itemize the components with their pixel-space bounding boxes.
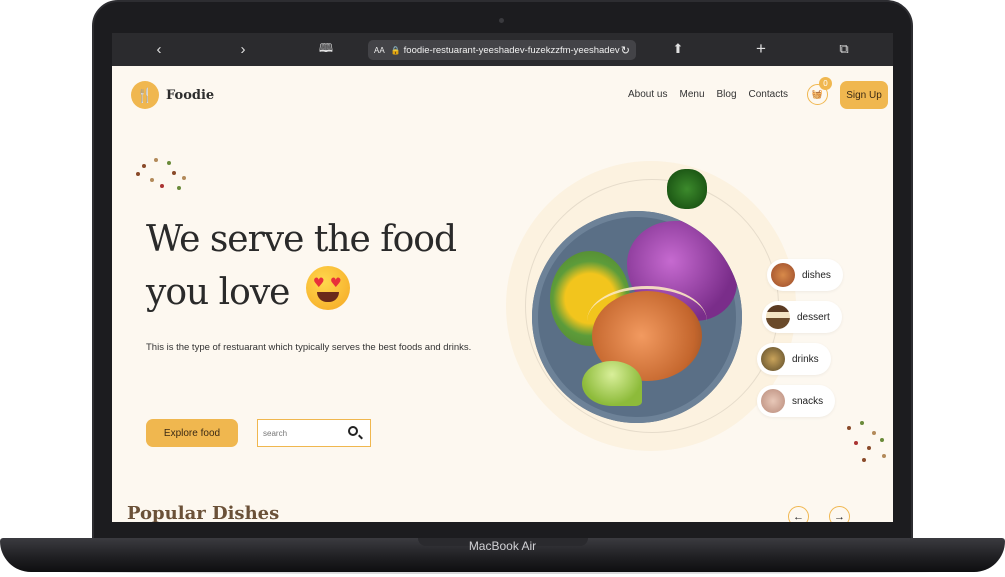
explore-food-button[interactable]: Explore food [146,419,238,447]
category-snacks[interactable]: snacks [757,385,836,417]
browser-screen: ‹ › 🕮 AA 🔒 foodie-restuarant-yeeshadev-f… [112,33,893,522]
hero-title: We serve the food you love ♥ ♥ [146,214,506,319]
search-icon[interactable] [348,426,358,436]
salad-bowl-image [532,211,742,423]
camera-dot [499,18,504,23]
hero-description: This is the type of restuarant which typ… [146,342,472,353]
screen-bottom-bezel [98,522,907,538]
category-dishes[interactable]: dishes [767,259,843,291]
dessert-thumbnail [766,305,790,329]
reader-text-size-icon[interactable]: AA [374,46,385,55]
arrow-right-icon: → [834,510,845,523]
sign-up-button[interactable]: Sign Up [840,81,888,109]
category-drinks[interactable]: drinks [757,343,831,375]
category-label: drinks [792,353,819,365]
hero-title-line-1: We serve the food [146,219,457,260]
next-arrow-button[interactable]: → [829,506,850,522]
url-text: foodie-restuarant-yeeshadev-fuzekzzfm-ye… [403,44,620,56]
address-bar[interactable]: AA 🔒 foodie-restuarant-yeeshadev-fuzekzz… [368,40,636,60]
category-label: dessert [797,311,830,323]
cart-count-badge: 0 [819,77,832,90]
page: 🍴 Foodie About us Menu Blog Contacts 🧺 0… [112,66,893,522]
category-dessert[interactable]: dessert [762,301,842,333]
lock-icon: 🔒 [390,45,401,55]
book-icon[interactable]: 🕮 [317,39,335,59]
dishes-thumbnail [771,263,795,287]
basket-icon: 🧺 [811,89,824,99]
prev-arrow-button[interactable]: ← [788,506,809,522]
nav-menu[interactable]: Menu [679,89,704,100]
search-input[interactable] [263,428,343,438]
new-tab-icon[interactable]: + [753,39,769,59]
heart-eyes-emoji-icon: ♥ ♥ [305,266,350,310]
nav-contacts[interactable]: Contacts [749,89,788,100]
site-logo[interactable]: 🍴 Foodie [131,81,214,109]
category-label: snacks [792,395,824,407]
brand-name: Foodie [166,87,215,103]
nav-blog[interactable]: Blog [717,89,737,100]
reload-icon[interactable]: ↻ [621,44,636,57]
drinks-thumbnail [761,347,785,371]
hero-title-line-2: you love [146,272,290,313]
popular-dishes-heading: Popular Dishes [127,503,280,522]
parsley-garnish-image [667,169,707,209]
search-box [257,419,371,447]
arrow-left-icon: ← [793,510,804,523]
device-label: MacBook Air [468,539,537,553]
tabs-overview-icon[interactable]: ⧉ [836,39,852,59]
back-icon[interactable]: ‹ [152,39,166,59]
fork-knife-icon: 🍴 [131,81,159,109]
nav-about-us[interactable]: About us [628,89,667,100]
category-label: dishes [802,269,831,281]
main-nav: About us Menu Blog Contacts [628,89,788,100]
forward-icon[interactable]: › [236,39,250,59]
share-icon[interactable]: ⬆ [670,39,686,59]
snacks-thumbnail [761,389,785,413]
browser-toolbar: ‹ › 🕮 AA 🔒 foodie-restuarant-yeeshadev-f… [112,33,893,66]
